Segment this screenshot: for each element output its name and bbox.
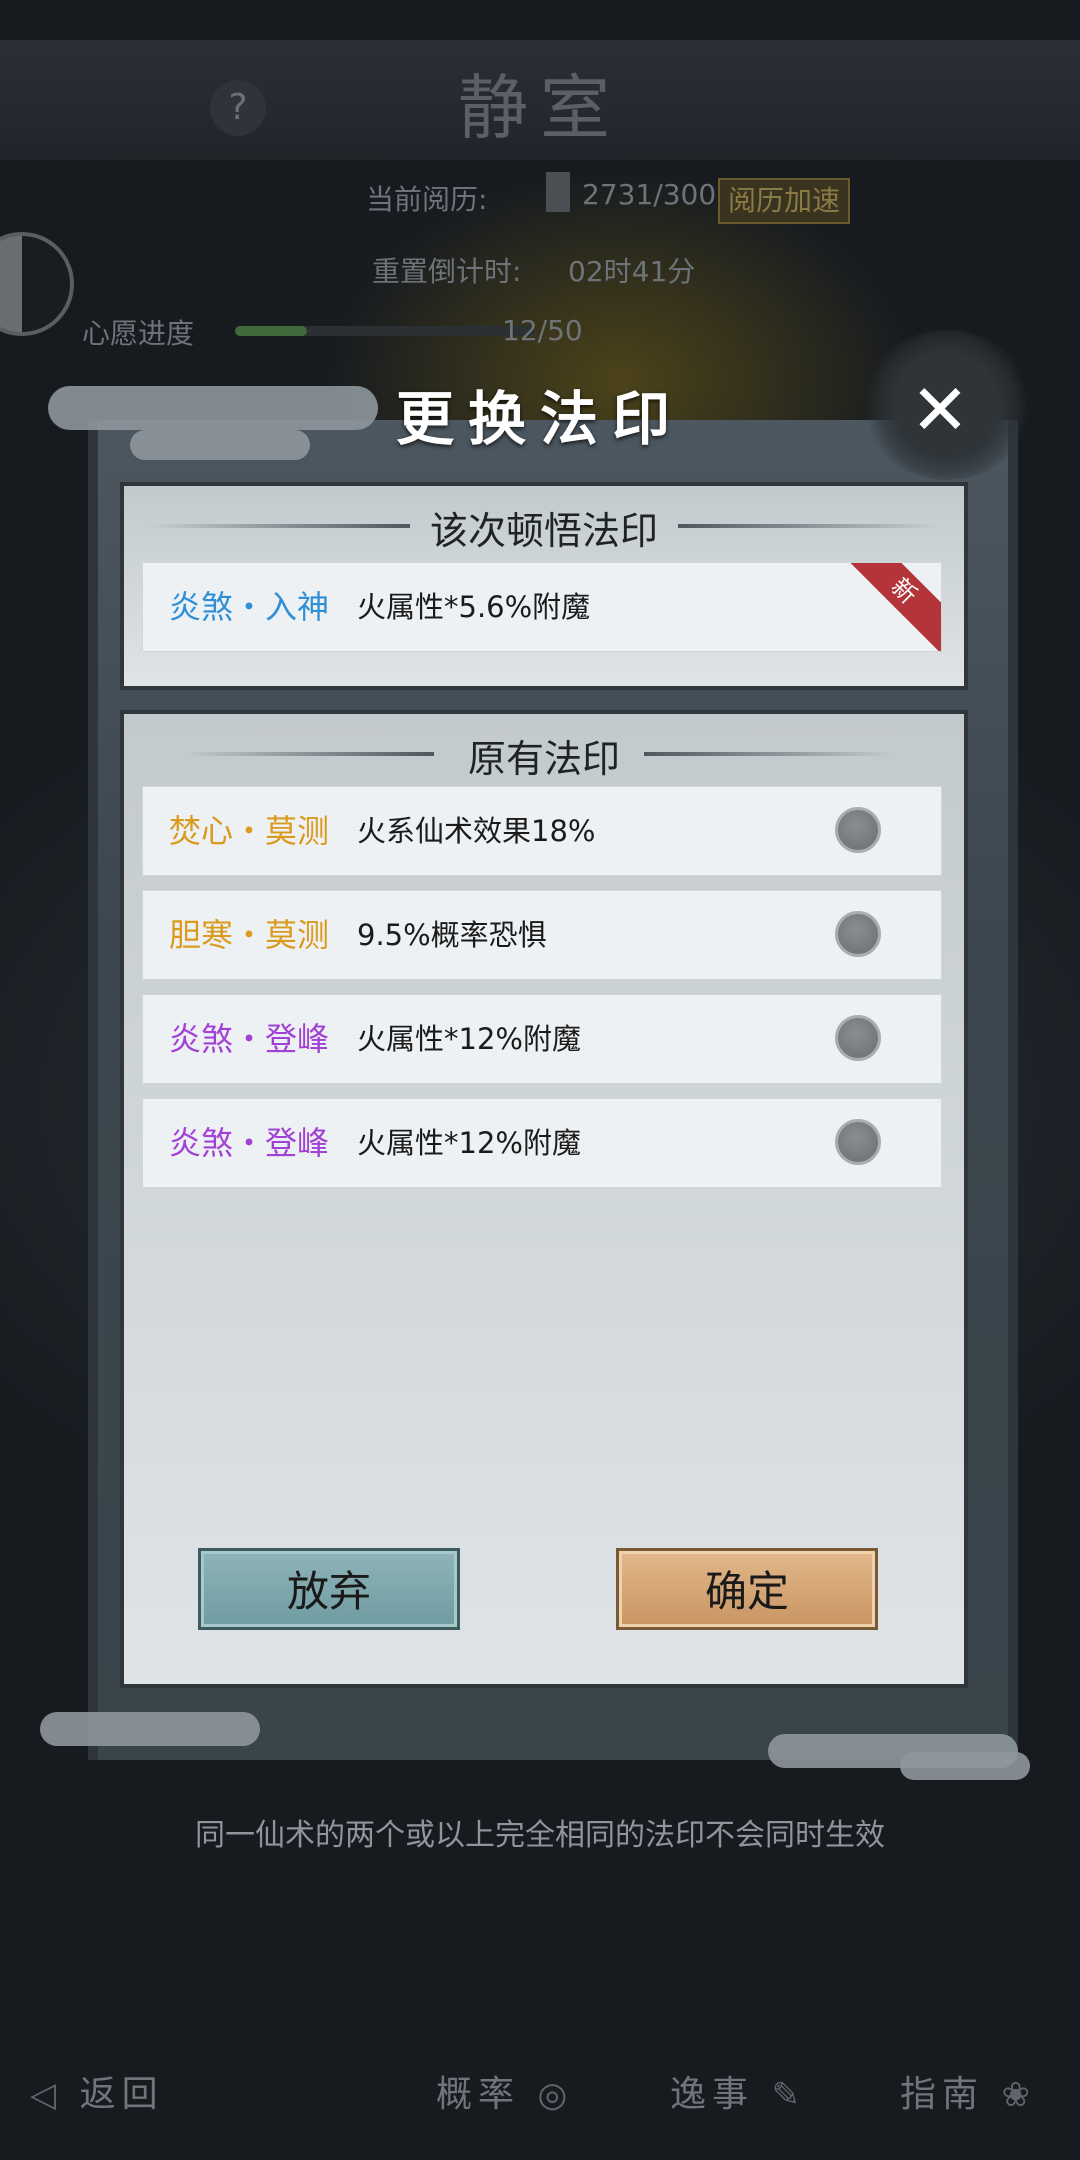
original-seal-panel: 原有法印 焚心・莫测 火系仙术效果18% 胆寒・莫测 9.5%概率恐惧 炎煞・登… [120,710,968,1688]
seal-desc: 火系仙术效果18% [357,814,596,848]
cloud-decoration [900,1752,1030,1780]
select-radio[interactable] [835,1015,881,1061]
section-heading: 原有法印 [124,724,964,784]
swirl-icon: ◎ [537,2075,574,2115]
reset-value: 02时41分 [568,255,696,288]
seal-desc: 火属性*12%附魔 [357,1022,581,1056]
cancel-button[interactable]: 放弃 [198,1548,460,1630]
back-arrow-icon: ◁ [30,2075,63,2115]
room-title: 静室 [458,67,622,149]
guide-label: 指南 [900,2074,985,2115]
seal-desc: 火属性*5.6%附魔 [357,590,591,624]
hint-text: 同一仙术的两个或以上完全相同的法印不会同时生效 [195,1818,885,1853]
close-button[interactable]: ✕ [898,368,982,452]
seal-name: 焚心・莫测 [169,812,330,850]
seal-desc: 火属性*12%附魔 [357,1126,581,1160]
rate-label: 概率 [436,2074,521,2115]
wish-value: 12/50 [502,314,583,347]
seal-desc: 9.5%概率恐惧 [357,918,547,952]
quill-icon: ✎ [771,2075,806,2115]
help-button[interactable]: ? [210,80,266,136]
seal-row[interactable]: 焚心・莫测 火系仙术效果18% [142,786,942,876]
wish-progress-bar [235,326,535,336]
seal-row[interactable]: 炎煞・登峰 火属性*12%附魔 [142,994,942,1084]
select-radio[interactable] [835,807,881,853]
new-seal-row: 炎煞・入神 火属性*5.6%附魔 新 [142,562,942,652]
boost-button[interactable]: 阅历加速 [718,178,851,224]
rate-button[interactable]: 概率 ◎ [436,2060,573,2130]
experience-label: 当前阅历: [366,183,488,216]
divider [678,524,938,528]
seal-name: 炎煞・登峰 [169,1124,330,1162]
seal-name: 炎煞・入神 [169,588,330,626]
wish-progress-fill [235,326,307,336]
back-button[interactable]: ◁ 返回 [30,2060,164,2130]
experience-value: 2731/300 [582,178,717,211]
new-seal-panel: 该次顿悟法印 炎煞・入神 火属性*5.6%附魔 新 [120,482,968,690]
new-badge: 新 [838,563,941,651]
back-label: 返回 [79,2074,164,2115]
seal-row[interactable]: 炎煞・登峰 火属性*12%附魔 [142,1098,942,1188]
scroll-icon [546,172,570,212]
select-radio[interactable] [835,1119,881,1165]
guide-button[interactable]: 指南 ❀ [900,2060,1036,2130]
seal-name: 胆寒・莫测 [169,916,330,954]
cloud-swirl-icon: ❀ [1001,2075,1036,2115]
story-button[interactable]: 逸事 ✎ [670,2060,806,2130]
section-heading: 该次顿悟法印 [124,496,964,556]
wish-label: 心愿进度 [82,317,195,350]
seal-name: 炎煞・登峰 [169,1020,330,1058]
seal-row[interactable]: 胆寒・莫测 9.5%概率恐惧 [142,890,942,980]
cloud-decoration [40,1712,260,1746]
select-radio[interactable] [835,911,881,957]
confirm-button[interactable]: 确定 [616,1548,878,1630]
story-label: 逸事 [670,2074,755,2115]
reset-label: 重置倒计时: [372,255,522,288]
divider [644,752,894,756]
